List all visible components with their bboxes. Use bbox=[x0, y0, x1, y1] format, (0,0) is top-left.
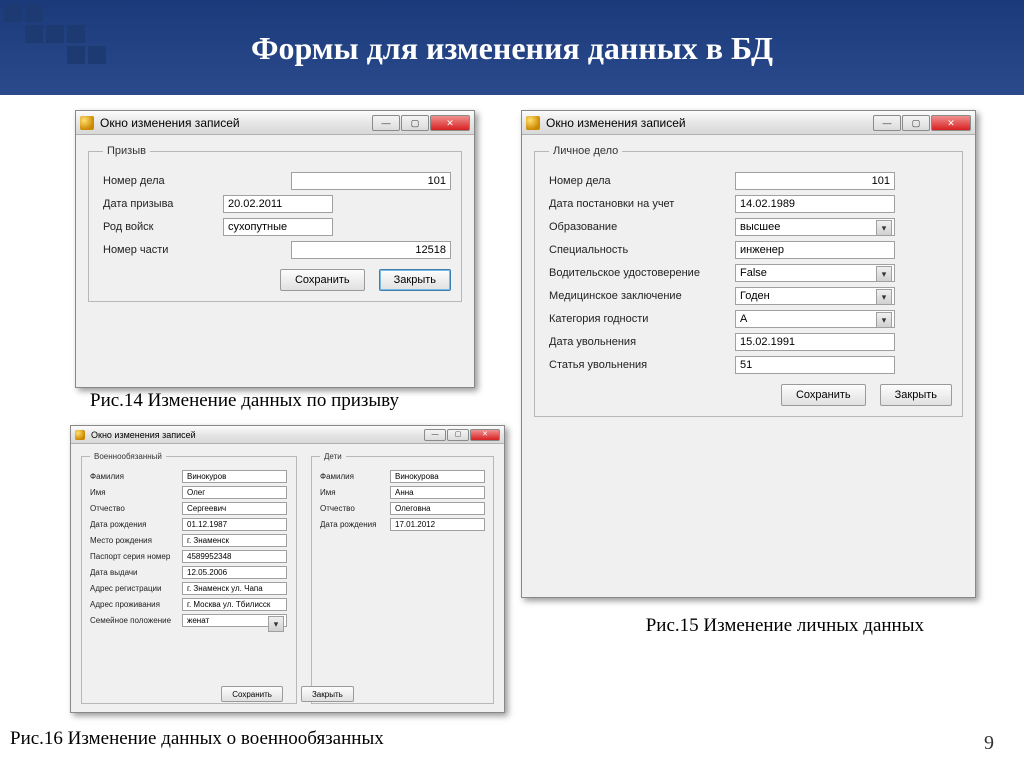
input-child-name[interactable]: Анна bbox=[390, 486, 485, 499]
input-birth-place[interactable]: г. Знаменск bbox=[182, 534, 287, 547]
group-legend: Дети bbox=[320, 452, 346, 461]
page-number: 9 bbox=[984, 732, 994, 755]
minimize-button[interactable]: — bbox=[372, 115, 400, 131]
select-category[interactable]: А bbox=[735, 310, 895, 328]
label-child-patronymic: Отчество bbox=[320, 504, 390, 513]
app-icon bbox=[526, 116, 540, 130]
input-surname[interactable]: Винокуров bbox=[182, 470, 287, 483]
close-button[interactable]: ✕ bbox=[931, 115, 971, 131]
titlebar[interactable]: Окно изменения записей — ▢ ✕ bbox=[76, 111, 474, 135]
label-med: Медицинское заключение bbox=[549, 290, 735, 302]
maximize-button[interactable]: ▢ bbox=[447, 429, 469, 441]
label-draft-date: Дата призыва bbox=[103, 198, 223, 210]
caption-fig16: Рис.16 Изменение данных о военнообязанны… bbox=[10, 728, 384, 750]
maximize-button[interactable]: ▢ bbox=[902, 115, 930, 131]
input-child-patronymic[interactable]: Олеговна bbox=[390, 502, 485, 515]
label-unit-no: Номер части bbox=[103, 244, 223, 256]
minimize-button[interactable]: — bbox=[873, 115, 901, 131]
select-marital[interactable]: женат bbox=[182, 614, 287, 627]
close-button[interactable]: ✕ bbox=[470, 429, 500, 441]
label-birth-place: Место рождения bbox=[90, 536, 182, 545]
label-reg-addr: Адрес регистрации bbox=[90, 584, 182, 593]
label-case-no: Номер дела bbox=[103, 175, 223, 187]
minimize-button[interactable]: — bbox=[424, 429, 446, 441]
label-child-name: Имя bbox=[320, 488, 390, 497]
input-name[interactable]: Олег bbox=[182, 486, 287, 499]
select-med[interactable]: Годен bbox=[735, 287, 895, 305]
label-reg-date: Дата постановки на учет bbox=[549, 198, 735, 210]
close-form-button[interactable]: Закрыть bbox=[301, 686, 354, 702]
close-form-button[interactable]: Закрыть bbox=[379, 269, 451, 291]
label-discharge-article: Статья увольнения bbox=[549, 359, 735, 371]
group-conscript: Военнообязанный ФамилияВинокуров ИмяОлег… bbox=[81, 452, 297, 704]
app-icon bbox=[75, 430, 85, 440]
save-button[interactable]: Сохранить bbox=[280, 269, 365, 291]
window-title: Окно изменения записей bbox=[100, 116, 240, 130]
input-discharge-article[interactable]: 51 bbox=[735, 356, 895, 374]
input-reg-date[interactable]: 14.02.1989 bbox=[735, 195, 895, 213]
group-legend: Призыв bbox=[103, 145, 150, 157]
window-personal-edit: Окно изменения записей — ▢ ✕ Личное дело… bbox=[521, 110, 976, 598]
group-legend: Военнообязанный bbox=[90, 452, 166, 461]
group-children: Дети ФамилияВинокурова ИмяАнна ОтчествоО… bbox=[311, 452, 494, 704]
input-unit-no[interactable]: 12518 bbox=[291, 241, 451, 259]
label-birth-date: Дата рождения bbox=[90, 520, 182, 529]
input-issue-date[interactable]: 12.05.2006 bbox=[182, 566, 287, 579]
label-education: Образование bbox=[549, 221, 735, 233]
group-draft: Призыв Номер дела 101 Дата призыва20.02.2… bbox=[88, 145, 462, 302]
input-reg-addr[interactable]: г. Знаменск ул. Чапа bbox=[182, 582, 287, 595]
slide-title: Формы для изменения данных в БД bbox=[0, 30, 1024, 67]
window-conscript-edit: Окно изменения записей — ▢ ✕ Военнообяза… bbox=[70, 425, 505, 713]
titlebar[interactable]: Окно изменения записей — ▢ ✕ bbox=[71, 426, 504, 444]
input-branch[interactable]: сухопутные bbox=[223, 218, 333, 236]
label-live-addr: Адрес проживания bbox=[90, 600, 182, 609]
input-live-addr[interactable]: г. Москва ул. Тбилисск bbox=[182, 598, 287, 611]
input-patronymic[interactable]: Сергеевич bbox=[182, 502, 287, 515]
input-birth-date[interactable]: 01.12.1987 bbox=[182, 518, 287, 531]
select-driver[interactable]: False bbox=[735, 264, 895, 282]
label-name: Имя bbox=[90, 488, 182, 497]
label-surname: Фамилия bbox=[90, 472, 182, 481]
app-icon bbox=[80, 116, 94, 130]
label-marital: Семейное положение bbox=[90, 616, 182, 625]
label-case-no: Номер дела bbox=[549, 175, 735, 187]
input-child-birth-date[interactable]: 17.01.2012 bbox=[390, 518, 485, 531]
window-draft-edit: Окно изменения записей — ▢ ✕ Призыв Номе… bbox=[75, 110, 475, 388]
label-category: Категория годности bbox=[549, 313, 735, 325]
window-title: Окно изменения записей bbox=[91, 430, 196, 440]
label-child-birth-date: Дата рождения bbox=[320, 520, 390, 529]
input-case-no[interactable]: 101 bbox=[291, 172, 451, 190]
label-issue-date: Дата выдачи bbox=[90, 568, 182, 577]
input-draft-date[interactable]: 20.02.2011 bbox=[223, 195, 333, 213]
save-button[interactable]: Сохранить bbox=[781, 384, 866, 406]
group-personal: Личное дело Номер дела101 Дата постановк… bbox=[534, 145, 963, 417]
label-specialty: Специальность bbox=[549, 244, 735, 256]
label-branch: Род войск bbox=[103, 221, 223, 233]
caption-fig15: Рис.15 Изменение личных данных bbox=[646, 615, 924, 637]
label-passport: Паспорт серия номер bbox=[90, 552, 182, 561]
save-button[interactable]: Сохранить bbox=[221, 686, 283, 702]
label-child-surname: Фамилия bbox=[320, 472, 390, 481]
close-button[interactable]: ✕ bbox=[430, 115, 470, 131]
select-education[interactable]: высшее bbox=[735, 218, 895, 236]
label-driver: Водительское удостоверение bbox=[549, 267, 735, 279]
group-legend: Личное дело bbox=[549, 145, 622, 157]
input-passport[interactable]: 4589952348 bbox=[182, 550, 287, 563]
maximize-button[interactable]: ▢ bbox=[401, 115, 429, 131]
input-discharge-date[interactable]: 15.02.1991 bbox=[735, 333, 895, 351]
input-child-surname[interactable]: Винокурова bbox=[390, 470, 485, 483]
caption-fig14: Рис.14 Изменение данных по призыву bbox=[90, 390, 399, 412]
titlebar[interactable]: Окно изменения записей — ▢ ✕ bbox=[522, 111, 975, 135]
input-case-no[interactable]: 101 bbox=[735, 172, 895, 190]
label-discharge-date: Дата увольнения bbox=[549, 336, 735, 348]
window-title: Окно изменения записей bbox=[546, 116, 686, 130]
close-form-button[interactable]: Закрыть bbox=[880, 384, 952, 406]
input-specialty[interactable]: инженер bbox=[735, 241, 895, 259]
label-patronymic: Отчество bbox=[90, 504, 182, 513]
